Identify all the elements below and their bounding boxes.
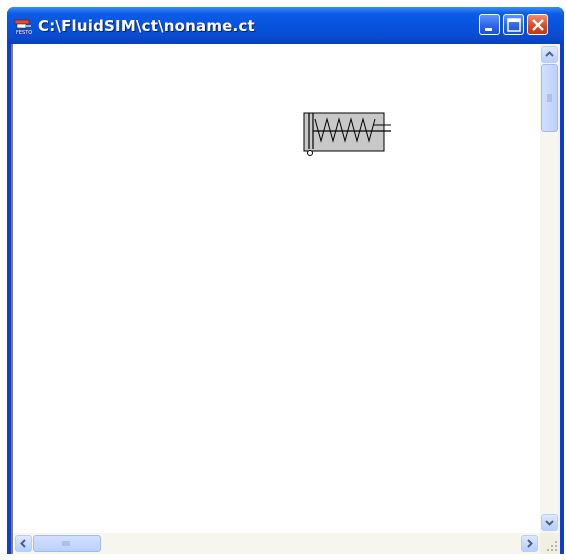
minimize-icon <box>485 28 492 31</box>
grip-icon <box>62 541 70 546</box>
maximize-icon <box>507 18 521 32</box>
scroll-up-button[interactable] <box>541 46 558 63</box>
title-bar[interactable]: FESTO C:\FluidSIM\ct\noname.ct <box>7 7 564 44</box>
circuit-canvas[interactable] <box>13 44 540 533</box>
fluidsim-icon[interactable]: FESTO <box>14 18 32 36</box>
scroll-left-button[interactable] <box>15 535 32 552</box>
chevron-right-icon <box>527 539 533 548</box>
maximize-button[interactable] <box>503 14 524 35</box>
window-title: C:\FluidSIM\ct\noname.ct <box>38 17 255 35</box>
horizontal-scrollbar[interactable] <box>13 533 540 554</box>
cylinder-with-spring-symbol[interactable] <box>303 111 393 156</box>
app-window: FESTO C:\FluidSIM\ct\noname.ct <box>7 7 564 554</box>
resize-grip-icon <box>547 541 557 551</box>
chevron-up-icon <box>545 51 554 57</box>
horizontal-scroll-thumb[interactable] <box>33 535 101 552</box>
svg-text:FESTO: FESTO <box>16 30 32 36</box>
minimize-button[interactable] <box>479 14 500 35</box>
chevron-down-icon <box>545 520 554 526</box>
scroll-down-button[interactable] <box>541 514 558 531</box>
chevron-left-icon <box>20 539 26 548</box>
document-client-area <box>11 44 560 554</box>
vertical-scrollbar[interactable] <box>540 44 560 533</box>
resize-grip[interactable] <box>540 533 560 554</box>
vertical-scroll-thumb[interactable] <box>541 64 558 132</box>
close-icon <box>532 19 544 31</box>
grip-icon <box>547 94 552 102</box>
close-button[interactable] <box>527 14 548 35</box>
scroll-right-button[interactable] <box>521 535 538 552</box>
